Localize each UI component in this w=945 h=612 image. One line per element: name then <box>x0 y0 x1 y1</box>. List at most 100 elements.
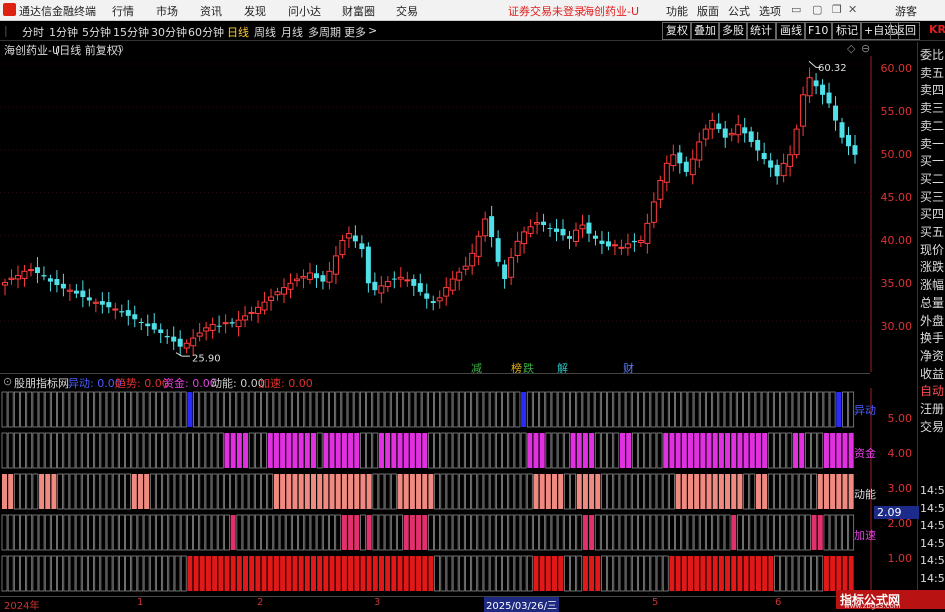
indicator-bar <box>193 514 199 551</box>
indicator-bar <box>285 391 292 428</box>
fuquan-button[interactable]: 复权 <box>662 22 692 40</box>
indicator-bar <box>706 556 712 591</box>
tab-daily[interactable]: 日线 <box>227 24 249 40</box>
indicator-bar <box>458 473 465 510</box>
indicator-bar <box>81 391 88 428</box>
indicator-bar <box>44 555 51 592</box>
indicator-bar <box>106 432 113 469</box>
indicator-bar <box>755 556 761 591</box>
menu-faxian[interactable]: 发现 <box>244 3 266 19</box>
indicator-bar <box>372 473 379 510</box>
indicator-bar <box>662 473 669 510</box>
multistock-button[interactable]: 多股 <box>718 22 748 40</box>
indicator-bar <box>737 391 743 428</box>
right-panel-item: 买三 <box>920 189 945 204</box>
indicator-bar <box>422 556 428 591</box>
indicator-bar <box>273 474 279 509</box>
close-icon[interactable]: ✕ <box>848 3 857 16</box>
menu-gongshi[interactable]: 公式 <box>728 3 750 19</box>
side-label-yidong: 异动 <box>854 404 876 417</box>
indicator-bar <box>576 555 583 592</box>
indicator-bar <box>51 391 57 428</box>
indicator-bar <box>521 392 527 427</box>
collapse-icon[interactable]: ⊖ <box>861 42 870 55</box>
indicator-bar <box>613 514 620 551</box>
indicator-bar <box>625 391 632 428</box>
tab-multiperiod[interactable]: 多周期 <box>308 24 341 40</box>
tab-more[interactable]: 更多 <box>344 24 366 40</box>
indicator-bar <box>731 556 737 591</box>
tab-60min[interactable]: 60分钟 <box>188 24 224 40</box>
indicator-bar <box>706 391 712 428</box>
tab-15min[interactable]: 15分钟 <box>113 24 149 40</box>
tab-30min[interactable]: 30分钟 <box>151 24 187 40</box>
indicator-bar <box>199 556 205 591</box>
menu-banmian[interactable]: 版面 <box>697 3 719 19</box>
indicator-settings-icon[interactable]: ⊙ <box>3 375 12 388</box>
indicator-bar <box>44 432 51 469</box>
tab-5min[interactable]: 5分钟 <box>82 24 111 40</box>
stats-button[interactable]: 统计 <box>746 22 776 40</box>
candle-body <box>839 122 845 138</box>
indicator-bar <box>526 391 533 428</box>
indicator-bar <box>384 473 391 510</box>
indicator-bar <box>625 473 632 510</box>
indicator-bar <box>570 433 576 468</box>
indicator-bar <box>848 433 854 468</box>
login-warning[interactable]: 证券交易未登录 <box>508 3 585 19</box>
indicator-bar <box>452 473 459 510</box>
right-panel-item: 现价 <box>920 242 945 257</box>
indicator-bar <box>186 514 193 551</box>
price-chart[interactable]: 60.32 25.90 <box>0 56 872 372</box>
indicator-bar <box>465 514 471 551</box>
more-chevron-icon[interactable]: > <box>368 24 377 37</box>
f10-button[interactable]: F10 <box>804 22 833 40</box>
menu-jiaoyi[interactable]: 交易 <box>396 3 418 19</box>
indicator-bar <box>329 391 335 428</box>
indicator-bar <box>601 514 607 551</box>
tab-monthly[interactable]: 月线 <box>281 24 303 40</box>
indicator-bar <box>631 514 638 551</box>
indicator-bar <box>619 514 626 551</box>
indicator-bar <box>304 391 311 428</box>
diamond-icon[interactable]: ◇ <box>847 42 855 55</box>
indicator-chart[interactable] <box>0 388 872 595</box>
indicator-bar <box>675 433 681 468</box>
overlay-button[interactable]: 叠加 <box>690 22 720 40</box>
settings-icon[interactable]: ⊙ <box>115 42 124 55</box>
candle-body <box>417 283 423 292</box>
indicator-bar <box>168 391 175 428</box>
menu-zixun[interactable]: 资讯 <box>200 3 222 19</box>
menu-wenxiaoda[interactable]: 问小达 <box>288 3 321 19</box>
menu-shichang[interactable]: 市场 <box>156 3 178 19</box>
restore-icon[interactable]: ❐ <box>832 3 842 16</box>
menu-gongneng[interactable]: 功能 <box>666 3 688 19</box>
candle-body <box>145 323 151 327</box>
back-button[interactable]: 返回 <box>890 22 920 40</box>
menu-hangqing[interactable]: 行情 <box>112 3 134 19</box>
indicator-bar <box>780 473 787 510</box>
tab-1min[interactable]: 1分钟 <box>49 24 78 40</box>
candle-body <box>495 238 501 262</box>
maximize-icon[interactable]: ▢ <box>812 3 822 16</box>
tab-weekly[interactable]: 周线 <box>254 24 276 40</box>
candle-body <box>475 235 482 257</box>
indicator-bar <box>63 391 70 428</box>
tab-fenshi[interactable]: 分时 <box>22 24 44 40</box>
menu-xuanxiang[interactable]: 选项 <box>759 3 781 19</box>
minimize-icon[interactable]: ▭ <box>791 3 801 16</box>
indicator-bar <box>452 514 459 551</box>
indicator-bar <box>378 391 385 428</box>
indicator-bar <box>7 391 14 428</box>
guest-label[interactable]: 游客 <box>895 3 917 19</box>
indicator-bar <box>205 514 212 551</box>
mark-button[interactable]: 标记 <box>832 22 862 40</box>
indicator-bar <box>811 515 817 550</box>
indicator-bar <box>539 391 546 428</box>
draw-button[interactable]: 画线 <box>776 22 806 40</box>
candle-body <box>397 276 404 280</box>
right-panel-item: 买五 <box>920 225 945 239</box>
indicator-bar <box>1 514 8 551</box>
indicator-bar <box>755 514 762 551</box>
menu-caifuquan[interactable]: 财富圈 <box>342 3 375 19</box>
